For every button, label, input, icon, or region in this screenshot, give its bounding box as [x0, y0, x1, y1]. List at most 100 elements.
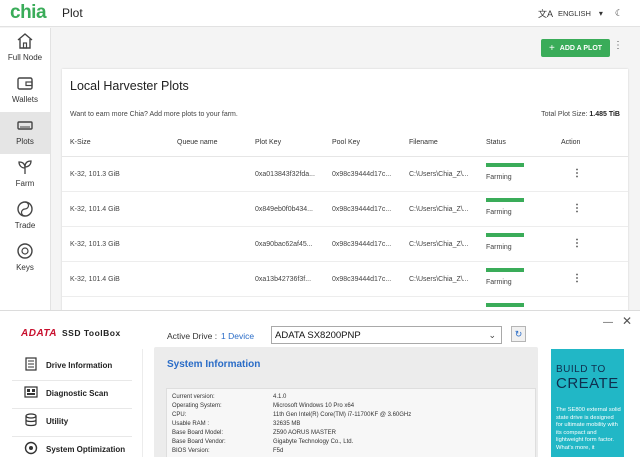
- chevron-down-icon: ▾: [598, 9, 603, 18]
- keys-icon: [17, 243, 33, 259]
- trade-icon: [17, 201, 33, 217]
- add-plot-label: ADD A PLOT: [559, 44, 603, 52]
- chia-logo: chia: [10, 2, 47, 23]
- sidebar-item-label: Full Node: [7, 53, 43, 62]
- sidebar-item-wallets[interactable]: Wallets: [0, 70, 50, 112]
- chia-sidebar: Full Node Wallets Plots Farm Trade Keys: [0, 28, 51, 310]
- cell-ksize: K-32, 101.4 GiB: [70, 206, 120, 213]
- close-icon[interactable]: ✕: [622, 314, 632, 328]
- menu-item-label: Drive Information: [46, 361, 113, 370]
- status-text: Farming: [486, 244, 512, 251]
- language-selector[interactable]: 文A ENGLISH ▾ ☾: [538, 7, 623, 20]
- info-value: F5d: [273, 448, 284, 454]
- sidebar-item-plots[interactable]: Plots: [0, 112, 50, 154]
- cell-pool-key: 0x98c39444d17c...: [332, 171, 392, 178]
- cell-plot-key: 0xa13b42736f3f...: [255, 276, 312, 283]
- info-value: 32635 MB: [273, 421, 301, 427]
- row-action-icon[interactable]: ⋮: [572, 238, 582, 249]
- sidebar-item-farm[interactable]: Farm: [0, 154, 50, 196]
- table-row: K-32, 101.3 GiB 0xa90bac62af45... 0x98c3…: [62, 227, 628, 262]
- sidebar-item-trade[interactable]: Trade: [0, 196, 50, 238]
- column-header-plot-key[interactable]: Plot Key: [255, 139, 281, 146]
- product-name: SSD ToolBox: [62, 328, 121, 338]
- adata-logo: ADATA SSD ToolBox: [21, 328, 121, 339]
- info-value: Gigabyte Technology Co., Ltd.: [273, 439, 354, 445]
- row-action-icon[interactable]: ⋮: [572, 203, 582, 214]
- cell-filename: C:\Users\Chia_Z\...: [409, 241, 469, 248]
- local-harvester-plots-card: Local Harvester Plots Want to earn more …: [62, 69, 628, 314]
- device-count: 1 Device: [221, 331, 255, 341]
- selected-drive: ADATA SX8200PNP: [275, 330, 361, 341]
- table-row: K-32, 101.4 GiB 0xa13b42736f3f... 0x98c3…: [62, 262, 628, 297]
- cell-pool-key: 0x98c39444d17c...: [332, 276, 392, 283]
- info-value: 4.1.0: [273, 394, 287, 400]
- language-label: ENGLISH: [557, 9, 591, 18]
- status-bar: [486, 303, 524, 307]
- refresh-icon: ↻: [514, 329, 523, 339]
- cell-ksize: K-32, 101.3 GiB: [70, 171, 120, 178]
- active-drive-select[interactable]: ADATA SX8200PNP ⌄: [271, 326, 502, 344]
- dark-mode-icon[interactable]: ☾: [615, 8, 623, 19]
- menu-item-system-optimization[interactable]: System Optimization: [0, 436, 143, 457]
- sidebar-item-full-node[interactable]: Full Node: [0, 28, 50, 70]
- chia-top-bar: chia Plot 文A ENGLISH ▾ ☾: [0, 0, 640, 27]
- menu-item-label: Utility: [46, 417, 69, 426]
- promo-body: The SE800 external solid state drive is …: [556, 407, 621, 451]
- sidebar-item-label: Keys: [16, 263, 34, 272]
- status-bar: [486, 163, 524, 167]
- adata-brand: ADATA: [21, 328, 58, 339]
- info-label: Usable RAM :: [172, 421, 210, 427]
- column-header-queue-name[interactable]: Queue name: [177, 139, 217, 146]
- promo-banner[interactable]: BUILD TO CREATE The SE800 external solid…: [551, 349, 624, 457]
- sidebar-item-label: Plots: [16, 137, 34, 146]
- row-action-icon[interactable]: ⋮: [572, 273, 582, 284]
- status-bar: [486, 233, 524, 237]
- table-row: K-32, 101.3 GiB 0xa013843f32fda... 0x98c…: [62, 157, 628, 192]
- cell-plot-key: 0xa90bac62af45...: [255, 241, 313, 248]
- total-plot-size-value: 1.485 TiB: [589, 111, 620, 118]
- menu-item-utility[interactable]: Utility: [0, 408, 143, 435]
- sidebar-item-label: Farm: [15, 179, 35, 188]
- optimization-icon: [24, 441, 38, 455]
- more-options-icon[interactable]: ⋮: [613, 40, 623, 51]
- cell-filename: C:\Users\Chia_Z\...: [409, 206, 469, 213]
- card-title: Local Harvester Plots: [70, 79, 189, 93]
- plus-icon: +: [548, 42, 555, 54]
- info-label: Base Board Vendor:: [172, 439, 226, 445]
- column-header-action: Action: [561, 139, 581, 146]
- column-header-filename[interactable]: Filename: [409, 139, 438, 146]
- plots-table-header: K-Size Queue name Plot Key Pool Key File…: [62, 130, 628, 157]
- utility-icon: [25, 413, 37, 427]
- sidebar-item-keys[interactable]: Keys: [0, 238, 50, 280]
- info-label: CPU:: [172, 412, 187, 418]
- chevron-down-icon: ⌄: [488, 330, 496, 340]
- menu-item-drive-information[interactable]: Drive Information: [0, 352, 143, 379]
- translate-icon: 文A: [537, 9, 553, 19]
- column-header-status[interactable]: Status: [486, 139, 506, 146]
- system-info-box: Current version: 4.1.0 Operating System:…: [166, 388, 536, 457]
- panel-title: System Information: [167, 359, 261, 370]
- active-drive-label: Active Drive :: [167, 331, 218, 341]
- sidebar-item-label: Trade: [14, 221, 36, 230]
- card-subtitle: Want to earn more Chia? Add more plots t…: [70, 111, 238, 118]
- wallet-icon: [17, 77, 33, 90]
- column-header-ksize[interactable]: K-Size: [70, 139, 91, 146]
- home-icon: [17, 33, 33, 49]
- refresh-button[interactable]: ↻: [511, 326, 526, 342]
- status-text: Farming: [486, 174, 512, 181]
- status-bar: [486, 268, 524, 272]
- sprout-icon: [18, 160, 32, 174]
- menu-item-label: System Optimization: [46, 445, 126, 454]
- adata-toolbox-window: ADATA SSD ToolBox Active Drive : 1 Device…: [0, 310, 640, 457]
- table-row: K-32, 101.4 GiB 0x849eb0f0b434... 0x98c3…: [62, 192, 628, 227]
- column-header-pool-key[interactable]: Pool Key: [332, 139, 360, 146]
- total-plot-size: Total Plot Size: 1.485 TiB: [541, 111, 620, 118]
- page-title: Plot: [62, 6, 83, 20]
- minimize-icon[interactable]: —: [603, 317, 613, 328]
- row-action-icon[interactable]: ⋮: [572, 168, 582, 179]
- menu-item-diagnostic-scan[interactable]: Diagnostic Scan: [0, 380, 143, 407]
- diagnostic-icon: [24, 386, 38, 398]
- total-plot-size-label: Total Plot Size:: [541, 111, 588, 118]
- info-label: BIOS Version:: [172, 448, 210, 454]
- add-plot-button[interactable]: + ADD A PLOT: [541, 39, 610, 57]
